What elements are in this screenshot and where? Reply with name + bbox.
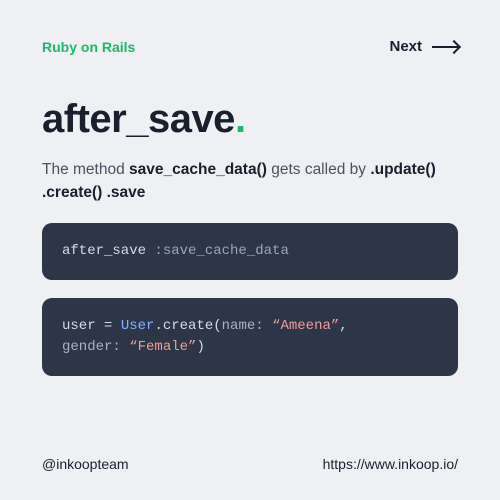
code2-key1: name: bbox=[222, 318, 264, 334]
social-handle: @inkoopteam bbox=[42, 456, 129, 472]
code2-eq: = bbox=[96, 318, 121, 334]
page-title: after_save. bbox=[42, 97, 458, 142]
footer: @inkoopteam https://www.inkoop.io/ bbox=[42, 440, 458, 472]
code2-close: ) bbox=[196, 339, 204, 355]
next-button[interactable]: Next bbox=[389, 38, 458, 55]
category-label: Ruby on Rails bbox=[42, 39, 135, 55]
code2-method: .create( bbox=[154, 318, 221, 334]
code2-comma: , bbox=[339, 318, 347, 334]
code2-val2: “Female” bbox=[129, 339, 196, 355]
code1-symbol: :save_cache_data bbox=[154, 243, 288, 259]
arrow-right-icon bbox=[432, 46, 458, 48]
code2-class: User bbox=[121, 318, 155, 334]
code2-sp1 bbox=[264, 318, 272, 334]
code2-val1: “Ameena” bbox=[272, 318, 339, 334]
next-label: Next bbox=[389, 38, 422, 55]
code2-key2: gender: bbox=[62, 339, 121, 355]
code1-callback: after_save bbox=[62, 243, 146, 259]
code2-sp2 bbox=[121, 339, 129, 355]
desc-prefix: The method bbox=[42, 161, 129, 178]
code2-var: user bbox=[62, 318, 96, 334]
title-text: after_save bbox=[42, 97, 235, 141]
header-bar: Ruby on Rails Next bbox=[42, 38, 458, 55]
site-url: https://www.inkoop.io/ bbox=[323, 456, 458, 472]
code-block-2: user = User.create(name: “Ameena”, gende… bbox=[42, 298, 458, 376]
desc-method: save_cache_data() bbox=[129, 161, 267, 178]
title-dot: . bbox=[235, 97, 246, 141]
description-text: The method save_cache_data() gets called… bbox=[42, 158, 458, 205]
code-block-1: after_save :save_cache_data bbox=[42, 223, 458, 280]
desc-middle: gets called by bbox=[267, 161, 370, 178]
